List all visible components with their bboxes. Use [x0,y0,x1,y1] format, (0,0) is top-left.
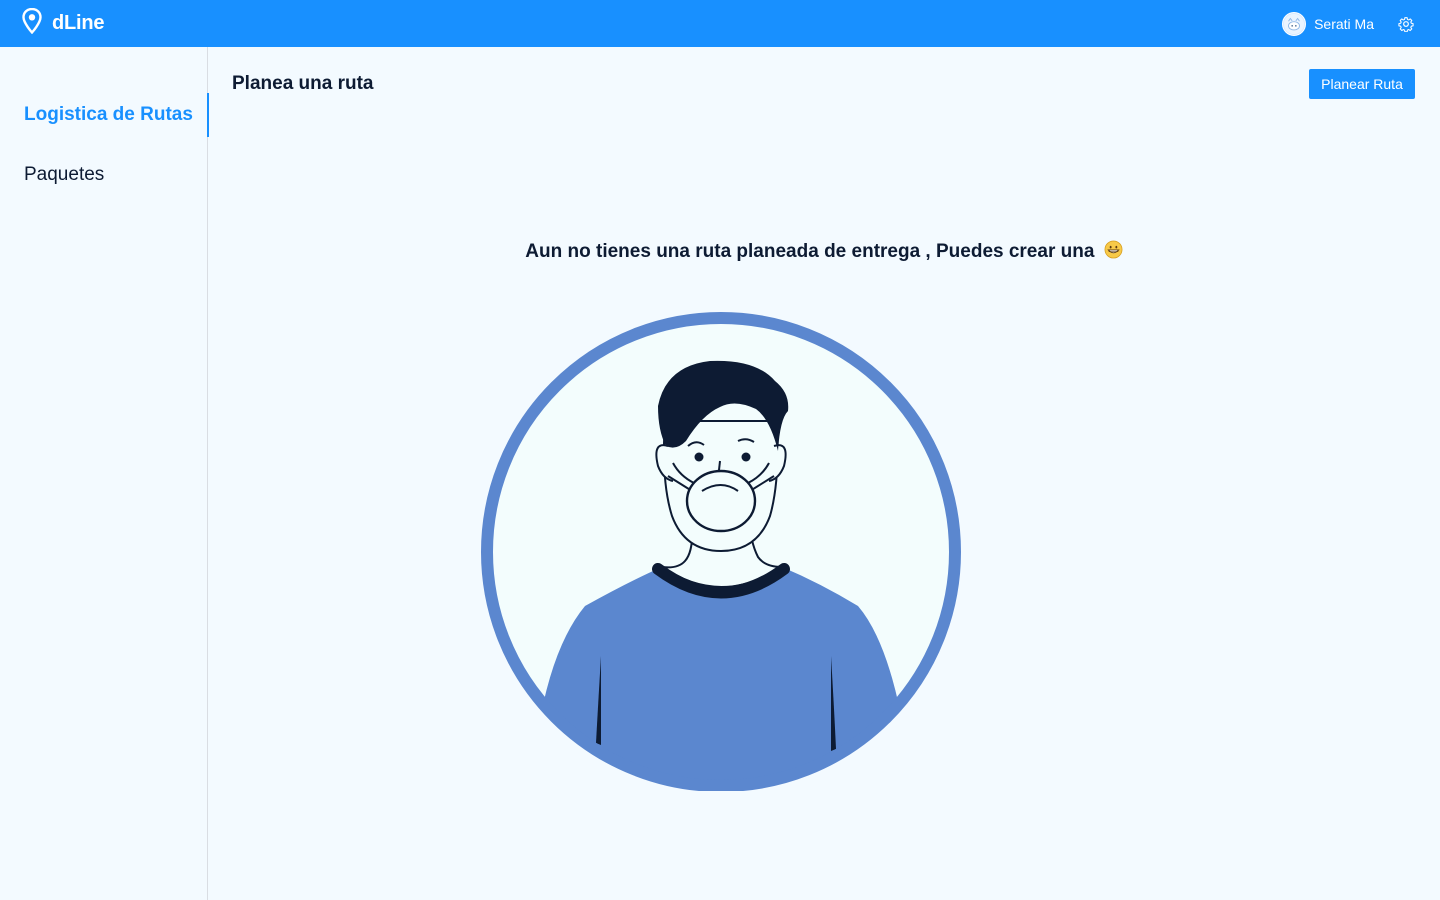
planear-ruta-button[interactable]: Planear Ruta [1309,69,1415,99]
app-name: dLine [52,12,105,34]
empty-state-illustration [480,311,962,792]
sidebar-item-label: Logistica de Rutas [24,104,193,125]
sidebar: Logistica de Rutas Paquetes [0,47,209,900]
grinning-face-emoji [1104,240,1123,259]
gear-icon[interactable] [1398,16,1414,32]
sidebar-item-logistica-de-rutas[interactable]: Logistica de Rutas [0,93,209,137]
brand[interactable]: dLine [22,7,105,39]
top-navbar: dLine Serati Ma [0,0,1440,47]
empty-state-message: Aun no tienes una ruta planeada de entre… [232,240,1416,263]
sidebar-item-paquetes[interactable]: Paquetes [0,153,208,197]
page-title: Planea una ruta [232,73,374,94]
user-name[interactable]: Serati Ma [1314,16,1374,32]
empty-state-text: Aun no tienes una ruta planeada de entre… [525,241,1095,262]
avatar[interactable] [1282,11,1307,36]
location-pin-icon [22,7,42,39]
sidebar-item-label: Paquetes [24,164,105,185]
